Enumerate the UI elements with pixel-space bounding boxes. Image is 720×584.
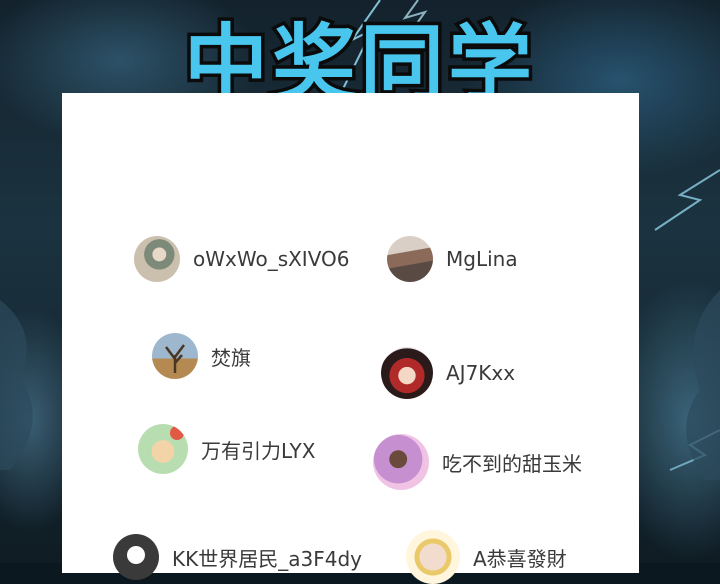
- winner-item: oWxWo_sXIVO6: [134, 236, 350, 282]
- winner-name: 焚旗: [211, 345, 251, 370]
- winner-name: oWxWo_sXIVO6: [193, 247, 350, 271]
- winner-name: 吃不到的甜玉米: [442, 451, 582, 476]
- winner-item: 焚旗: [152, 333, 251, 379]
- winner-item: KK世界居民_a3F4dy: [113, 534, 362, 580]
- framed-avatar: [406, 530, 460, 584]
- winner-item: MgLina: [387, 236, 518, 282]
- winner-name: MgLina: [446, 247, 518, 271]
- winner-name: KK世界居民_a3F4dy: [172, 546, 362, 571]
- winner-item: 吃不到的甜玉米: [373, 434, 582, 490]
- cartoon-avatar: [373, 434, 429, 490]
- tree-avatar: [152, 333, 198, 379]
- cartoon-avatar: [138, 424, 188, 474]
- winner-name: AJ7Kxx: [446, 361, 516, 385]
- default-avatar: [113, 534, 159, 580]
- winner-item: AJ7Kxx: [381, 347, 515, 399]
- winners-card: [62, 93, 639, 573]
- illustrated-girl-avatar: [381, 347, 433, 399]
- winner-item: A恭喜發財: [406, 530, 567, 584]
- winner-item: 万有引力LYX: [138, 424, 315, 474]
- photo-avatar: [387, 236, 433, 282]
- photo-avatar: [134, 236, 180, 282]
- winner-name: 万有引力LYX: [201, 438, 316, 463]
- winner-name: A恭喜發財: [473, 546, 567, 571]
